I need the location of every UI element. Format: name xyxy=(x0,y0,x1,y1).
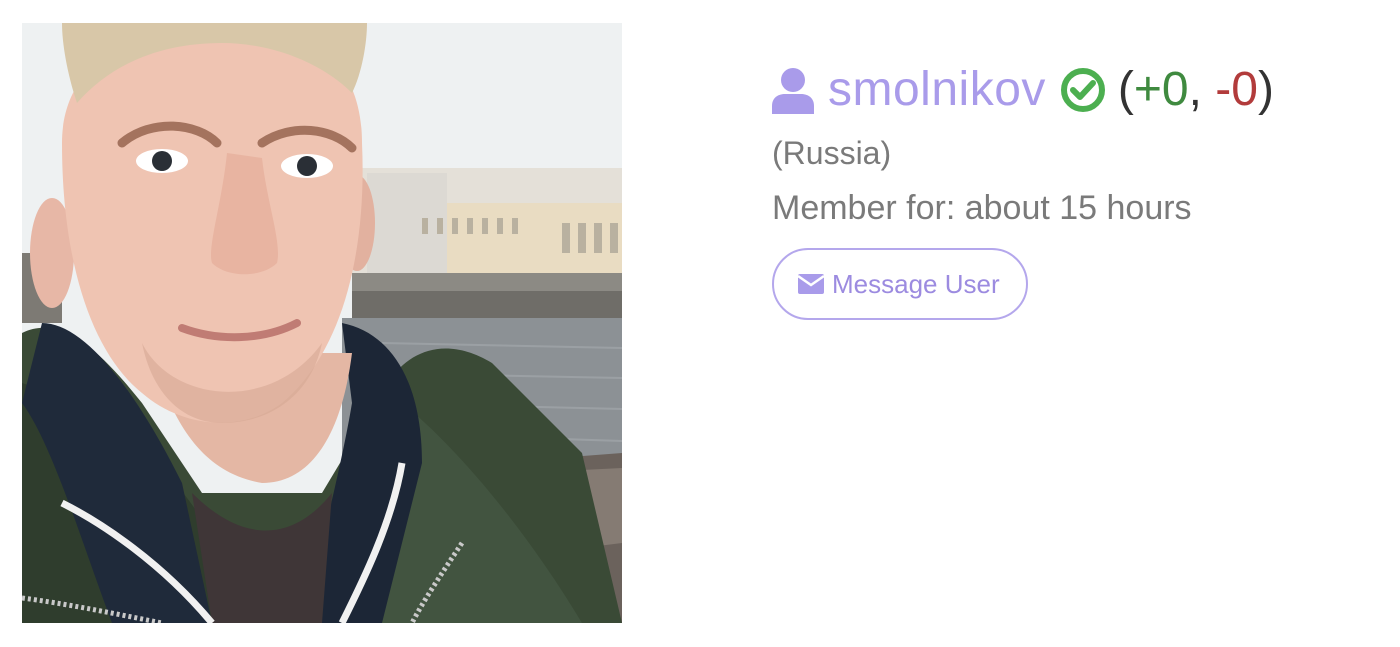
profile-avatar xyxy=(22,23,622,623)
message-user-button[interactable]: Message User xyxy=(772,248,1028,321)
profile-info: smolnikov (+0, -0) (Russia) Member for: … xyxy=(772,58,1382,321)
score-separator: , xyxy=(1188,63,1216,116)
member-since: Member for: about 15 hours xyxy=(772,189,1192,228)
user-icon xyxy=(772,66,814,114)
score-positive: +0 xyxy=(1133,63,1189,116)
envelope-icon xyxy=(798,274,824,295)
profile-name-row: smolnikov (+0, -0) xyxy=(772,58,1382,122)
user-location: (Russia) xyxy=(772,135,892,171)
check-circle-icon xyxy=(1060,67,1106,113)
score-close: ) xyxy=(1257,63,1274,116)
message-user-label: Message User xyxy=(832,268,1000,299)
score-open: ( xyxy=(1117,63,1134,116)
score-negative: -0 xyxy=(1215,63,1258,116)
username-link[interactable]: smolnikov xyxy=(828,66,1046,114)
reputation-score: (+0, -0) xyxy=(1118,66,1274,114)
user-profile-page: smolnikov (+0, -0) (Russia) Member for: … xyxy=(0,0,1400,647)
